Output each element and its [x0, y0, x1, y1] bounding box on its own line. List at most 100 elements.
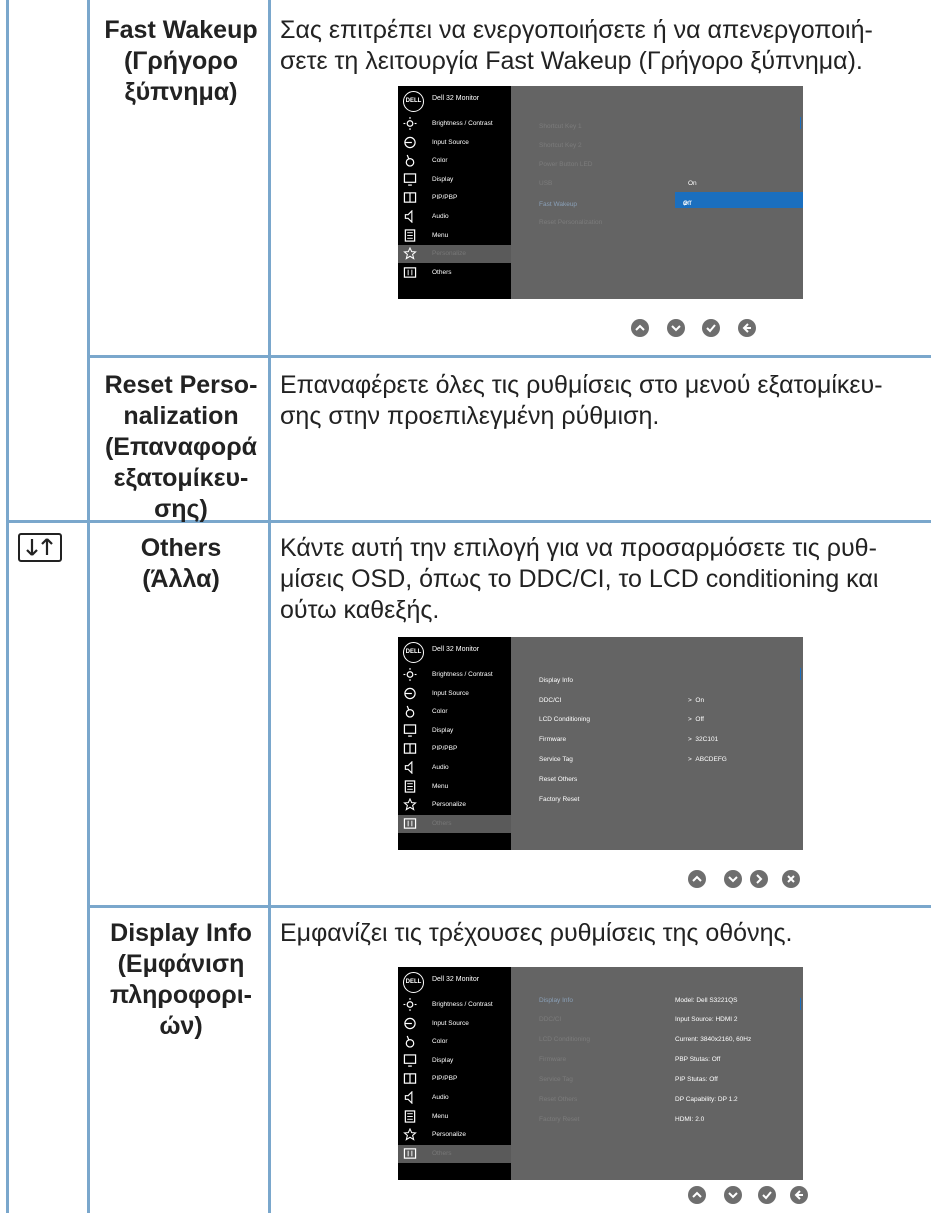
osd-title: Dell 32 Monitor	[432, 646, 480, 653]
osd-item: DDC/CI	[539, 1016, 562, 1023]
osd-title: Dell 32 Monitor	[432, 95, 480, 102]
info-line: Current: 3840x2160, 60Hz	[675, 1036, 752, 1043]
input-source-icon	[404, 136, 416, 148]
personalize-icon	[403, 798, 417, 811]
check-icon	[758, 1186, 776, 1204]
menu-icon	[404, 1109, 416, 1123]
display-icon	[403, 1054, 417, 1067]
osd-menu-item: Display	[398, 1052, 511, 1070]
personalize-icon	[403, 1128, 417, 1141]
osd-menu-label: Color	[432, 1038, 448, 1046]
osd-menu-item: PIP/PBP	[398, 740, 511, 758]
osd-menu-item: Others	[398, 264, 511, 282]
osd-personalize-screenshot: DELL Dell 32 Monitor Shortcut Key 1 Shor…	[398, 86, 803, 299]
setting-desc-display-info: Εμφανίζει τις τρέχουσες ρυθμίσεις της οθ…	[280, 919, 793, 947]
osd-item: Shortcut Key 1	[539, 123, 582, 130]
color-icon	[405, 705, 415, 718]
osd-menu-item: Personalize	[398, 796, 511, 814]
setting-name-others: Others (Άλλα)	[140, 534, 222, 593]
info-line: Model: Dell S3221QS	[675, 997, 738, 1004]
color-icon	[405, 1035, 415, 1048]
osd-item: Reset Others	[539, 776, 578, 783]
back-icon	[790, 1186, 808, 1204]
osd-menu-label: Color	[432, 157, 448, 165]
osd-item: Power Button LED	[539, 161, 593, 168]
check-icon	[702, 319, 720, 337]
osd-option-selected: ✓ Off ø	[675, 192, 803, 208]
setting-desc-reset-personalization: Επαναφέρετε όλες τις ρυθμίσεις στο μενού…	[280, 371, 883, 430]
osd-menu-item: Personalize	[398, 245, 511, 264]
audio-icon	[404, 1091, 413, 1104]
osd-item: LCD Conditioning	[539, 716, 590, 723]
osd-menu-item: Personalize	[398, 1126, 511, 1144]
osd-menu-item: Brightness / Contrast	[398, 996, 511, 1014]
pip-pbp-icon	[403, 192, 417, 204]
osd-value: > Off	[688, 716, 704, 723]
audio-icon	[404, 210, 413, 223]
osd-menu-label: Input Source	[432, 138, 469, 146]
osd-menu-label: Others	[432, 1149, 452, 1157]
pip-pbp-icon	[403, 1073, 417, 1085]
brightness-icon	[403, 998, 417, 1011]
osd-menu-item: Brightness / Contrast	[398, 115, 511, 133]
osd-item: Firmware	[539, 1056, 567, 1063]
input-source-icon	[404, 1017, 416, 1029]
osd-menu-label: Input Source	[432, 1019, 469, 1027]
osd-menu-item: Color	[398, 703, 511, 721]
pip-pbp-icon	[403, 743, 417, 755]
osd-item: Service Tag	[539, 1076, 573, 1083]
osd-item: Service Tag	[539, 756, 573, 763]
back-icon	[738, 319, 756, 337]
menu-icon	[404, 228, 416, 242]
osd-menu-label: Audio	[432, 213, 449, 220]
osd-menu-item: Color	[398, 152, 511, 170]
osd-display-info-screenshot: DELL Dell 32 Monitor Display Info DDC/CI…	[398, 967, 803, 1180]
osd-menu-label: Color	[432, 708, 448, 716]
setting-name-fast-wakeup: Fast Wakeup (Γρήγορο ξύπνημα)	[104, 16, 258, 106]
display-icon	[403, 724, 417, 737]
row-divider-3	[87, 905, 931, 908]
osd-menu-item: PIP/PBP	[398, 189, 511, 207]
dell-logo: DELL	[403, 642, 424, 663]
osd-item: Firmware	[539, 736, 567, 743]
osd-item: DDC/CI	[539, 697, 562, 704]
osd-menu-item: Brightness / Contrast	[398, 666, 511, 684]
setting-name-display-info: Display Info (Εμφάνιση πληροφορι-ών)	[109, 919, 253, 1040]
osd-item: Reset Others	[539, 1096, 578, 1103]
osd-menu-label: Menu	[432, 231, 449, 239]
osd-menu-label: PIP/PBP	[432, 1075, 458, 1083]
setting-desc-fast-wakeup: Σας επιτρέπει να ενεργοποιήσετε ή να απε…	[280, 16, 873, 75]
osd-item: Factory Reset	[539, 796, 580, 803]
osd-others-screenshot: DELL Dell 32 Monitor Display Info DDC/CI…	[398, 637, 803, 850]
osd-menu-label: Others	[432, 268, 452, 276]
right-icon	[750, 870, 768, 888]
osd-menu-item: Others	[398, 814, 511, 833]
osd-menu-label: Audio	[432, 1094, 449, 1101]
osd-item: Reset Personalization	[539, 219, 603, 226]
osd-value: > On	[688, 697, 705, 704]
info-line: PBP Stutas: Off	[675, 1056, 721, 1063]
osd-menu-label: Display	[432, 726, 454, 734]
osd-item: LCD Conditioning	[539, 1036, 590, 1043]
up-icon	[688, 1186, 706, 1204]
others-icon	[403, 267, 417, 278]
osd-item-selected: Fast Wakeup	[539, 201, 578, 208]
table-border-col1	[87, 0, 90, 1213]
osd-item: USB	[539, 180, 553, 187]
osd-menu-label: Brightness / Contrast	[432, 120, 493, 127]
menu-icon	[404, 779, 416, 793]
osd-menu-label: Input Source	[432, 689, 469, 697]
osd-menu-label: Personalize	[432, 1131, 466, 1139]
osd-menu-label: Display	[432, 1056, 454, 1064]
info-line: HDMI: 2.0	[675, 1116, 705, 1123]
down-icon	[667, 319, 685, 337]
close-icon	[782, 870, 800, 888]
osd-menu-item: Display	[398, 722, 511, 740]
dell-logo: DELL	[403, 972, 424, 993]
osd-menu-item: Display	[398, 171, 511, 189]
dell-logo: DELL	[403, 91, 424, 112]
osd-menu-item: Menu	[398, 1108, 511, 1126]
osd-menu-item: Others	[398, 1144, 511, 1163]
down-icon	[724, 1186, 742, 1204]
osd-menu-item: Color	[398, 1033, 511, 1051]
